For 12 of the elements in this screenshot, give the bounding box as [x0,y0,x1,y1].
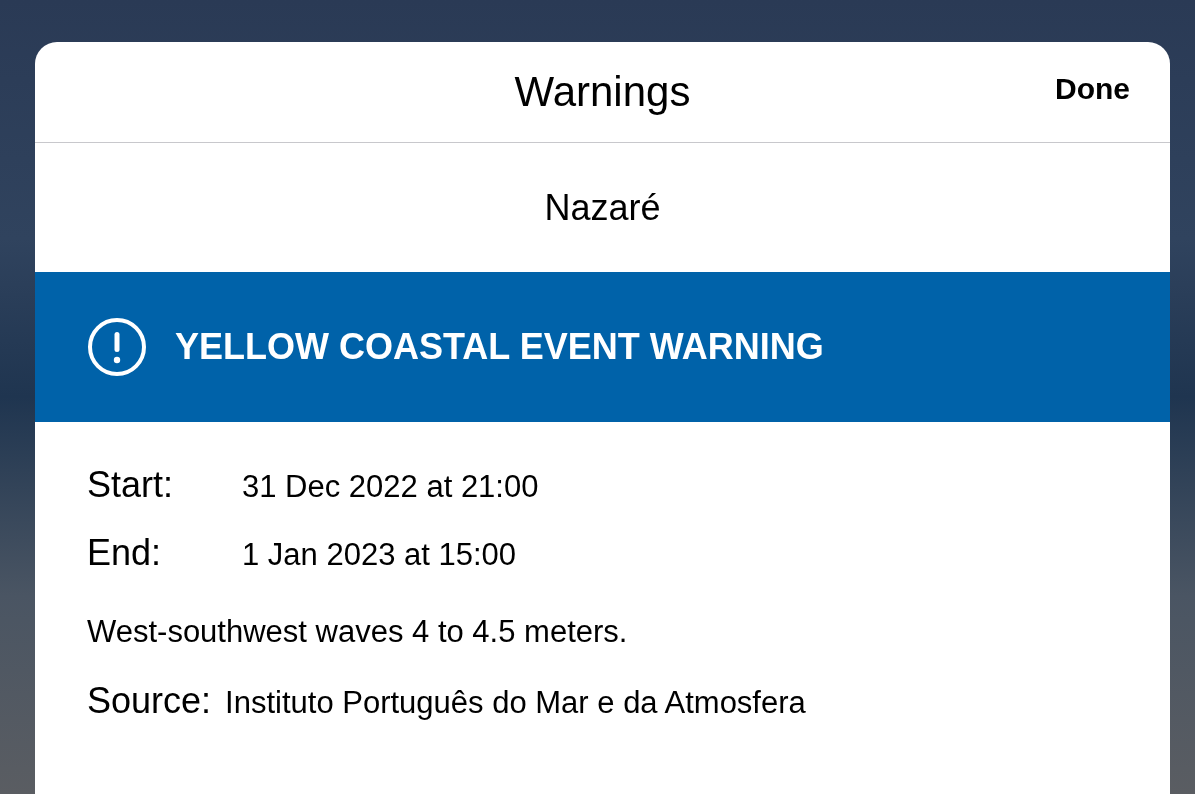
detail-value: 31 Dec 2022 at 21:00 [242,469,539,505]
source-value: Instituto Português do Mar e da Atmosfera [225,685,806,721]
detail-value: 1 Jan 2023 at 15:00 [242,537,517,573]
detail-label: Start: [87,464,175,506]
done-button[interactable]: Done [1055,72,1130,106]
sheet-title: Warnings [514,68,691,116]
source-label: Source: [87,680,212,722]
warning-description: West-southwest waves 4 to 4.5 meters. [87,614,629,650]
warning-title: YELLOW COASTAL EVENT WARNING [175,326,824,368]
exclamation-icon [87,317,147,377]
location-name: Nazaré [544,186,661,229]
detail-label: End: [87,532,163,574]
